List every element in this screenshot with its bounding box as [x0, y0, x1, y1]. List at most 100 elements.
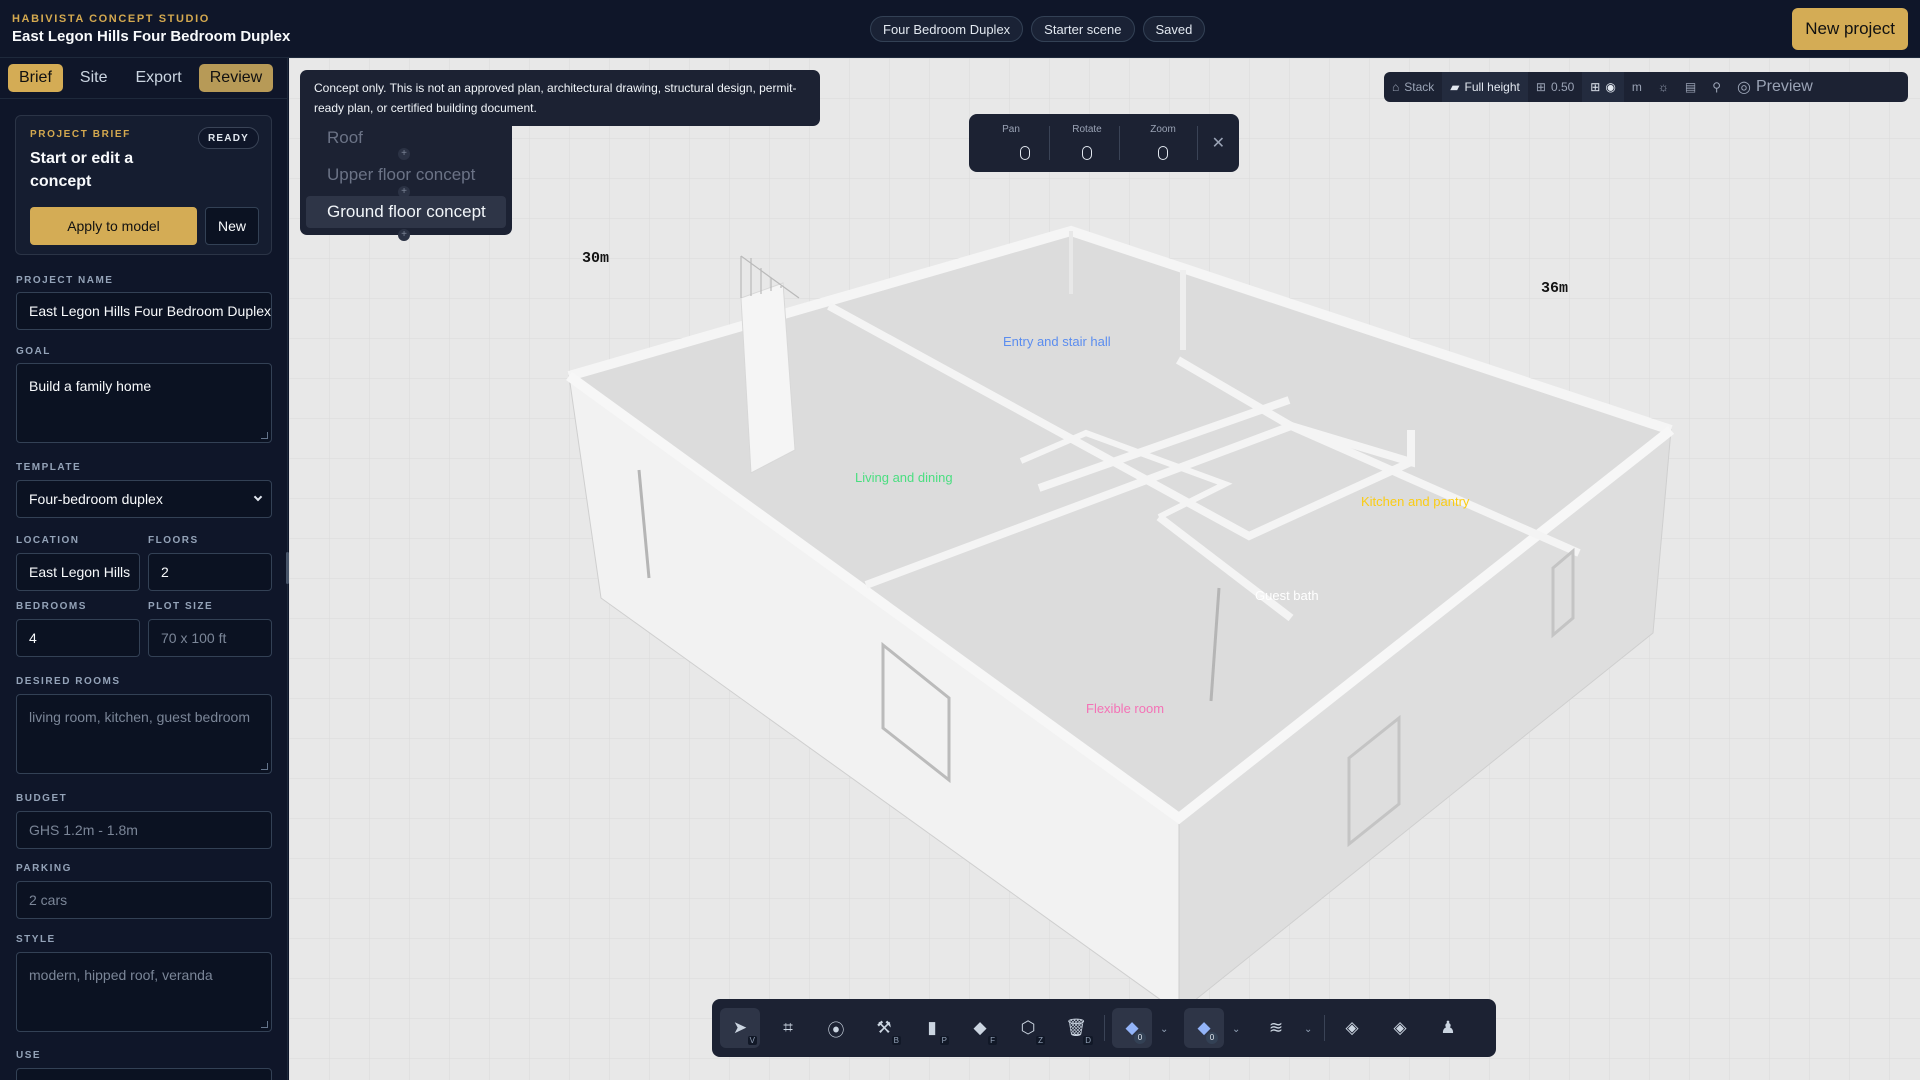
style-label: STYLE [16, 934, 56, 945]
brief-label: PROJECT BRIEF [30, 129, 131, 140]
chevron-down-icon[interactable]: ⌄ [1304, 1024, 1312, 1035]
footprint-icon: ⚲ [1712, 80, 1721, 94]
view-tool-2[interactable]: ◈ [1380, 1008, 1420, 1048]
chevron-down-icon[interactable]: ⌄ [1232, 1024, 1240, 1035]
template-select[interactable]: Four-bedroom duplex [16, 480, 272, 518]
eye-icon: ◉ [1605, 80, 1616, 94]
slab-icon: ◆ [973, 1018, 987, 1037]
visibility-toggle[interactable]: ⊞ ◉ [1582, 72, 1624, 102]
sidebar: Brief Site Export Review PROJECT BRIEF R… [0, 58, 288, 1080]
new-brief-button[interactable]: New [205, 207, 259, 245]
pin-tool[interactable]: ⦿ [816, 1008, 856, 1048]
shortcut-key: F [988, 1036, 997, 1045]
wall-icon: ▰ [1450, 80, 1460, 94]
3d-viewport[interactable]: 30m 36m Entry and stair hall Living and … [289, 58, 1920, 1080]
room-label-text: Living and dining [855, 470, 953, 485]
preview-button[interactable]: ◎ Preview [1729, 72, 1821, 102]
room-label-text: Kitchen and pantry [1361, 494, 1470, 509]
tab-brief[interactable]: Brief [8, 64, 63, 92]
pointer-icon: ➤ [732, 1018, 748, 1037]
project-name-input[interactable]: East Legon Hills Four Bedroom Duplex [16, 292, 272, 330]
add-floor-icon[interactable]: + [398, 229, 410, 241]
tab-site[interactable]: Site [69, 64, 119, 92]
opacity-control[interactable]: ⊞ 0.50 [1528, 72, 1582, 102]
plot-size-input[interactable]: 70 x 100 ft [148, 619, 272, 657]
delete-tool[interactable]: 🗑 D [1056, 1008, 1096, 1048]
budget-input[interactable]: GHS 1.2m - 1.8m [16, 811, 272, 849]
location-input[interactable]: East Legon Hills [16, 553, 140, 591]
person-tool[interactable]: ♟ [1428, 1008, 1468, 1048]
shortcut-key: B [891, 1036, 901, 1045]
brief-heading: Start or edit a concept [30, 150, 134, 190]
rotate-label: Rotate [1072, 124, 1102, 135]
stack-icon: ⌂ [1392, 80, 1400, 94]
room-label-living[interactable]: Living and dining [855, 470, 953, 485]
resize-handle[interactable] [261, 432, 268, 439]
room-label-entry[interactable]: Entry and stair hall [1003, 334, 1111, 349]
chevron-down-icon[interactable]: ⌄ [1160, 1024, 1168, 1035]
parking-input[interactable]: 2 cars [16, 881, 272, 919]
sidebar-tabs: Brief Site Export Review [8, 64, 274, 92]
room-label-flexible[interactable]: Flexible room [1086, 701, 1164, 716]
select-tool[interactable]: ➤ V [720, 1008, 760, 1048]
resize-handle[interactable] [261, 1021, 268, 1028]
table-button[interactable]: ▤ [1677, 72, 1704, 102]
floor-upper[interactable]: Upper floor concept [327, 165, 475, 185]
view-tool-1[interactable]: ◈ [1332, 1008, 1372, 1048]
crop-tool[interactable]: ⌗ [768, 1008, 808, 1048]
close-icon[interactable]: ✕ [1212, 133, 1225, 153]
paint-tool[interactable]: ▮ P [912, 1008, 952, 1048]
goal-textarea[interactable]: Build a family home [16, 363, 272, 443]
style-placeholder: modern, hipped roof, veranda [29, 967, 213, 983]
use-input[interactable] [16, 1068, 272, 1080]
preview-label: Preview [1755, 78, 1813, 95]
divider [1324, 1015, 1325, 1041]
tab-export[interactable]: Export [124, 64, 192, 92]
apply-to-model-button[interactable]: Apply to model [30, 207, 197, 245]
footprint-button[interactable]: ⚲ [1704, 72, 1729, 102]
unit-toggle[interactable]: m [1624, 72, 1650, 102]
level-tool-a[interactable]: ◆ 0 [1112, 1008, 1152, 1048]
person-icon: ♟ [1440, 1018, 1456, 1037]
top-bar: HABIVISTA CONCEPT STUDIO East Legon Hill… [0, 0, 1920, 58]
location-label: LOCATION [16, 535, 80, 546]
shortcut-key: V [747, 1036, 757, 1045]
room-label-kitchen[interactable]: Kitchen and pantry [1361, 494, 1469, 509]
stack-label: Stack [1404, 80, 1435, 94]
zone-tool[interactable]: ⬡ Z [1008, 1008, 1048, 1048]
project-title: East Legon Hills Four Bedroom Duplex [12, 28, 291, 45]
level-tool-b[interactable]: ◆ 0 [1184, 1008, 1224, 1048]
add-floor-icon[interactable]: + [398, 148, 410, 160]
floor-ground[interactable]: Ground floor concept [306, 196, 506, 228]
goal-value: Build a family home [29, 378, 152, 394]
bedrooms-input[interactable]: 4 [16, 619, 140, 657]
opacity-value: 0.50 [1550, 80, 1575, 94]
room-label-text: Guest bath [1255, 588, 1319, 603]
crop-icon: ⌗ [783, 1018, 793, 1037]
stack-toggle[interactable]: ⌂ Stack [1384, 72, 1442, 102]
count-badge: 0 [1206, 1032, 1218, 1044]
saved-chip[interactable]: Saved [1142, 16, 1206, 42]
count-badge: 0 [1134, 1032, 1146, 1044]
sun-button[interactable]: ☼ [1650, 72, 1677, 102]
style-textarea[interactable]: modern, hipped roof, veranda [16, 952, 272, 1032]
unit-label: m [1631, 80, 1642, 94]
new-project-button[interactable]: New project [1792, 8, 1908, 50]
template-chip[interactable]: Four Bedroom Duplex [870, 16, 1024, 42]
full-height-toggle[interactable]: ▰ Full height [1442, 72, 1528, 102]
room-label-guest-bath[interactable]: Guest bath [1255, 588, 1319, 603]
tab-review[interactable]: Review [198, 64, 274, 92]
status-chips: Four Bedroom Duplex Starter scene Saved [870, 16, 1206, 42]
divider [1104, 1015, 1105, 1041]
build-tool[interactable]: ⚒ B [864, 1008, 904, 1048]
layers-tool[interactable]: ≋ [1256, 1008, 1296, 1048]
orbit-icon: ◈ [1345, 1018, 1359, 1037]
eye-icon: ◎ [1736, 79, 1751, 96]
resize-handle[interactable] [261, 763, 268, 770]
full-height-label: Full height [1464, 80, 1520, 94]
floor-tool[interactable]: ◆ F [960, 1008, 1000, 1048]
desired-rooms-textarea[interactable]: living room, kitchen, guest bedroom [16, 694, 272, 774]
floors-input[interactable]: 2 [148, 553, 272, 591]
floor-roof[interactable]: Roof [327, 128, 363, 148]
scene-chip[interactable]: Starter scene [1031, 16, 1135, 42]
